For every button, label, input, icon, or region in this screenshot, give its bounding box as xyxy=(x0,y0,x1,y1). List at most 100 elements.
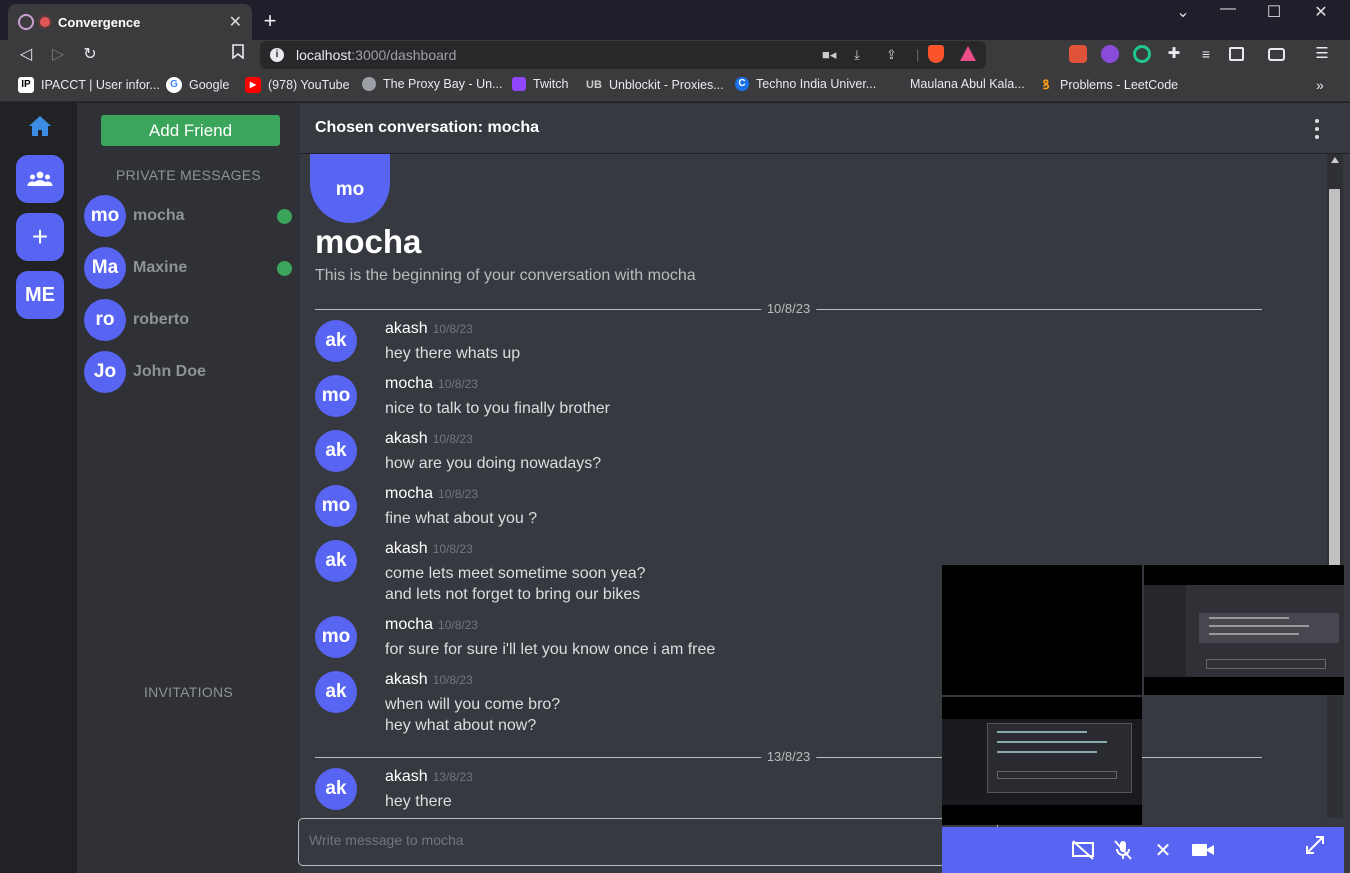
brave-rewards-icon[interactable] xyxy=(960,46,976,61)
add-server-button[interactable]: + xyxy=(16,213,64,261)
message-text: and lets not forget to bring our bikes xyxy=(385,586,641,603)
avatar: ak xyxy=(315,768,357,810)
online-indicator-icon xyxy=(277,208,292,224)
message-date: 10/8/23 xyxy=(432,673,473,687)
avatar: ro xyxy=(84,299,126,341)
bookmark-item[interactable]: IP IPACCT | User infor... xyxy=(18,77,160,93)
close-tab-icon[interactable]: ✕ xyxy=(229,12,242,32)
friend-item-roberto[interactable]: ro roberto xyxy=(84,299,294,341)
message-author: akash xyxy=(385,671,428,688)
scrollbar-thumb[interactable] xyxy=(1329,189,1340,569)
more-bookmarks-icon[interactable]: » xyxy=(1316,77,1324,93)
google-icon: G xyxy=(166,77,182,93)
bookmark-item[interactable]: C Techno India Univer... xyxy=(735,77,876,91)
bookmark-item[interactable]: G Google xyxy=(166,77,229,93)
avatar: ak xyxy=(315,320,357,362)
friend-item-john-doe[interactable]: Jo John Doe xyxy=(84,351,294,393)
extensions-puzzle-icon[interactable]: ✚ xyxy=(1165,45,1183,63)
reload-button[interactable]: ↻ xyxy=(78,44,102,64)
avatar: mo xyxy=(315,485,357,527)
app-root: + ME Add Friend PRIVATE MESSAGES mo moch… xyxy=(0,103,1350,873)
ipacct-icon: IP xyxy=(18,77,34,93)
date-divider-label: 10/8/23 xyxy=(760,301,817,316)
me-button[interactable]: ME xyxy=(16,271,64,319)
app-favicon-icon xyxy=(18,14,34,30)
friends-button[interactable] xyxy=(16,155,64,203)
message-date: 10/8/23 xyxy=(438,618,479,632)
screen-share-off-button[interactable] xyxy=(1070,838,1096,862)
friend-item-maxine[interactable]: Ma Maxine xyxy=(84,247,294,289)
maximize-button[interactable]: ☐ xyxy=(1254,2,1294,22)
share-icon[interactable]: ⇪ xyxy=(886,47,897,63)
install-app-icon[interactable]: ⤓ xyxy=(854,47,860,63)
message-text: when will you come bro? xyxy=(385,696,561,713)
video-tile-camera xyxy=(942,565,1142,695)
avatar: mo xyxy=(315,616,357,658)
minimize-button[interactable]: — xyxy=(1208,0,1248,18)
conversation-name: mocha xyxy=(315,223,422,260)
chat-header: Chosen conversation: mocha xyxy=(300,103,1350,154)
bookmark-item[interactable]: Twitch xyxy=(512,77,568,91)
new-tab-button[interactable]: + xyxy=(260,8,280,34)
tab-search-chevron-icon[interactable]: ⌄ xyxy=(1163,2,1203,22)
menu-icon[interactable]: ☰ xyxy=(1313,45,1331,63)
conversation-avatar: mo xyxy=(310,154,390,223)
home-icon[interactable] xyxy=(28,115,52,137)
message-date: 10/8/23 xyxy=(432,322,473,336)
sidebar-toggle-icon[interactable] xyxy=(1229,47,1244,61)
unblockit-icon: UB xyxy=(586,79,602,91)
more-options-icon[interactable] xyxy=(1314,119,1320,139)
bookmark-label: (978) YouTube xyxy=(268,78,350,92)
video-tile-screenshare-2 xyxy=(942,697,1142,825)
extension-icon[interactable] xyxy=(1069,45,1087,63)
message-text: for sure for sure i'll let you know once… xyxy=(385,641,716,658)
bookmark-item[interactable]: The Proxy Bay - Un... xyxy=(362,77,502,91)
bookmark-label: Twitch xyxy=(533,77,569,91)
fullscreen-button[interactable] xyxy=(1302,833,1328,857)
brave-shields-icon[interactable] xyxy=(928,45,944,63)
message-author: mocha xyxy=(385,375,434,392)
bookmark-item[interactable]: ꝸ Problems - LeetCode xyxy=(1039,77,1179,93)
bookmark-label: Problems - LeetCode xyxy=(1060,78,1179,92)
avatar: mo xyxy=(84,195,126,237)
date-divider-label: 13/8/23 xyxy=(760,749,817,764)
camera-button[interactable] xyxy=(1190,838,1216,862)
server-rail: + ME xyxy=(0,103,77,873)
wallet-icon[interactable] xyxy=(1268,48,1285,61)
chat-title: Chosen conversation: mocha xyxy=(315,119,540,136)
camera-in-use-icon[interactable]: ■◂ xyxy=(822,47,836,63)
message-text: hey what about now? xyxy=(385,717,537,734)
forward-button[interactable]: ▷ xyxy=(46,44,70,64)
url-host: localhost xyxy=(296,47,352,63)
extension-icon[interactable] xyxy=(1101,45,1119,63)
bookmark-label: Techno India Univer... xyxy=(756,77,877,91)
message-author: akash xyxy=(385,430,428,447)
friend-item-mocha[interactable]: mo mocha xyxy=(84,195,294,237)
site-info-icon[interactable]: i xyxy=(270,48,284,62)
mute-button[interactable] xyxy=(1110,838,1136,862)
leave-call-button[interactable]: ✕ xyxy=(1150,838,1176,862)
close-icon: ✕ xyxy=(1154,839,1172,862)
bookmark-item[interactable]: Maulana Abul Kala... xyxy=(889,77,1025,91)
message-text: hey there whats up xyxy=(385,345,521,362)
back-button[interactable]: ◁ xyxy=(14,44,38,64)
friend-name: roberto xyxy=(133,311,189,328)
message-input[interactable] xyxy=(309,832,909,848)
browser-tab-strip: Convergence ✕ + ⌄ — ☐ ✕ xyxy=(0,0,1350,40)
close-window-button[interactable]: ✕ xyxy=(1301,2,1341,22)
bookmark-item[interactable]: UB Unblockit - Proxies... xyxy=(586,77,724,93)
techno-icon: C xyxy=(735,77,749,91)
message-text: nice to talk to you finally brother xyxy=(385,400,611,417)
bookmark-item[interactable]: ▶ (978) YouTube xyxy=(245,77,350,93)
scroll-up-icon[interactable] xyxy=(1331,157,1339,163)
friend-name: Maxine xyxy=(133,259,188,276)
message-text: hey there xyxy=(385,793,452,810)
bookmark-icon[interactable] xyxy=(226,44,250,64)
browser-tab[interactable]: Convergence ✕ xyxy=(8,4,252,40)
media-queue-icon[interactable]: ≡ xyxy=(1197,45,1215,63)
twitch-icon xyxy=(512,77,526,91)
add-friend-button[interactable]: Add Friend xyxy=(101,115,280,146)
address-bar[interactable]: i localhost:3000/dashboard ■◂ ⤓ ⇪ | xyxy=(260,41,986,69)
extension-icon[interactable] xyxy=(1133,45,1151,63)
avatar: ak xyxy=(315,671,357,713)
